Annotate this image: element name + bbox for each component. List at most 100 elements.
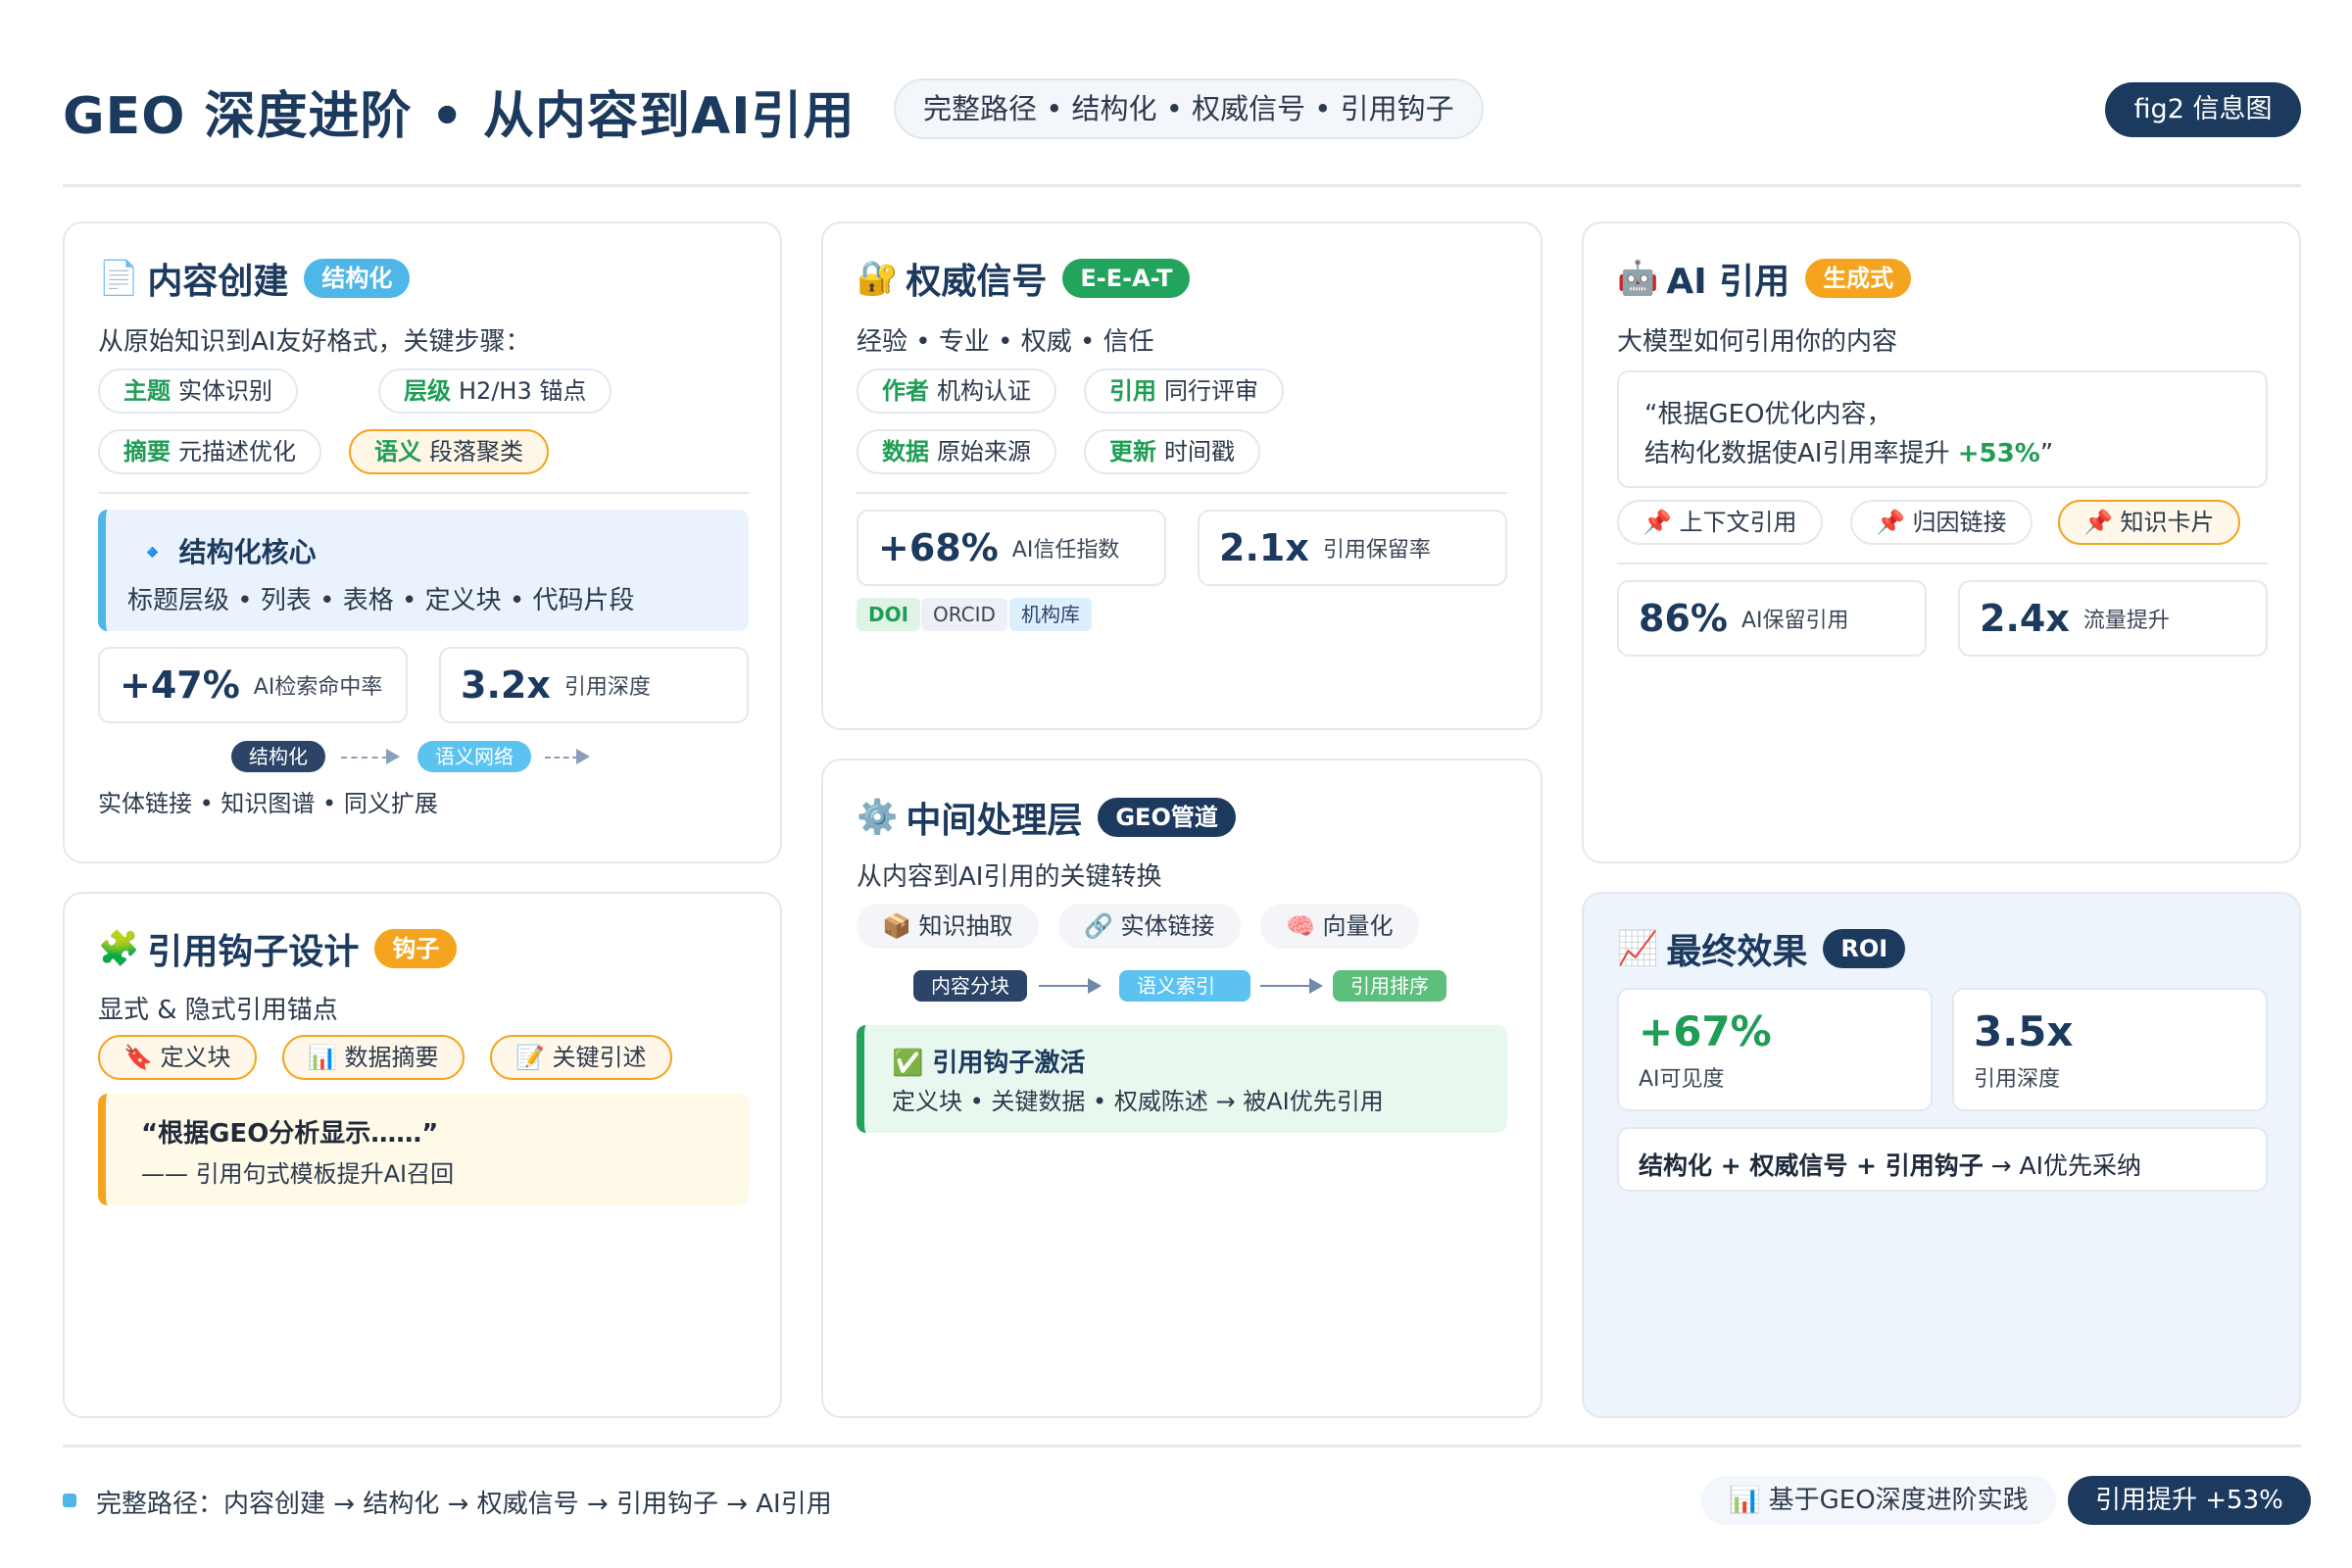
card-description: 从内容到AI引用的关键转换 bbox=[857, 862, 1162, 892]
roi-tag: ROI bbox=[1823, 929, 1906, 968]
chip-knowledge-card: 📌 知识卡片 bbox=[2058, 500, 2240, 545]
card-description: 经验 • 专业 • 权威 • 信任 bbox=[857, 327, 1154, 357]
stat-trust-index: +68% AI信任指数 bbox=[857, 510, 1166, 586]
content-creation-card: 📄 内容创建 结构化 从原始知识到AI友好格式，关键步骤： 主题 实体识别 层级 H… bbox=[63, 221, 782, 863]
flow-arrow-line bbox=[545, 757, 578, 759]
eeat-tag: E-E-A-T bbox=[1062, 259, 1191, 298]
card-description: 显式 & 隐式引用锚点 bbox=[98, 996, 338, 1025]
stat-traffic-lift: 2.4x 流量提升 bbox=[1958, 580, 2268, 657]
chip-semantic: 语义 段落聚类 bbox=[349, 429, 549, 474]
badge-institution: 机构库 bbox=[1009, 598, 1092, 631]
flow-semantic-index: 语义索引 bbox=[1119, 970, 1250, 1002]
badge-orcid: ORCID bbox=[921, 598, 1007, 631]
hook-activation-title: ✅ 引用钩子激活 bbox=[892, 1049, 1086, 1078]
geo-pipeline-tag: GEO管道 bbox=[1098, 798, 1236, 837]
card-title-text: 权威信号 bbox=[906, 262, 1048, 302]
quote-highlight: +53% bbox=[1957, 439, 2040, 468]
chip-key-quote: 📝 关键引述 bbox=[490, 1035, 672, 1080]
authority-card: 🔐 权威信号 E-E-A-T 经验 • 专业 • 权威 • 信任 作者 机构认证 … bbox=[821, 221, 1543, 730]
hook-quote-note: —— 引用句式模板提升AI召回 bbox=[141, 1160, 455, 1188]
stat-citation-depth: 3.2x 引用深度 bbox=[439, 647, 749, 723]
ai-citation-card: 🤖 AI 引用 生成式 大模型如何引用你的内容 “根据GEO优化内容， 结构化数… bbox=[1582, 221, 2301, 863]
final-summary-box: 结构化 + 权威信号 + 引用钩子 → AI优先采纳 bbox=[1617, 1127, 2268, 1192]
quote-line-1: “根据GEO优化内容， bbox=[1644, 400, 1892, 429]
footer-path: 完整路径：内容创建 → 结构化 → 权威信号 → 引用钩子 → AI引用 bbox=[96, 1490, 832, 1519]
flow-arrow-head bbox=[576, 749, 590, 764]
core-title: 🔹 结构化核心 bbox=[135, 536, 317, 568]
card-title-text: 最终效果 bbox=[1666, 932, 1808, 972]
card-title-text: 内容创建 bbox=[147, 262, 289, 302]
citation-quote-box: “根据GEO优化内容， 结构化数据使AI引用率提升 +53%” bbox=[1617, 370, 2268, 488]
divider bbox=[1617, 563, 2268, 564]
hook-activation-callout: ✅ 引用钩子激活 定义块 • 关键数据 • 权威陈述 → 被AI优先引用 bbox=[857, 1025, 1507, 1133]
hook-tag: 钩子 bbox=[374, 929, 458, 968]
quote-line-2: 结构化数据使AI引用率提升 +53%” bbox=[1644, 439, 2054, 468]
document-icon: 📄 bbox=[98, 259, 140, 298]
puzzle-icon: 🧩 bbox=[98, 929, 140, 968]
chip-knowledge-extraction: 📦 知识抽取 bbox=[857, 904, 1039, 949]
header-divider bbox=[63, 184, 2301, 187]
stat-final-citation-depth: 3.5x 引用深度 bbox=[1952, 988, 2268, 1111]
chip-definition-block: 🔖 定义块 bbox=[98, 1035, 257, 1080]
flow-arrow-line bbox=[1039, 985, 1090, 987]
flow-arrow-head bbox=[1309, 978, 1323, 994]
lock-icon: 🔐 bbox=[857, 259, 899, 298]
generative-tag: 生成式 bbox=[1805, 259, 1912, 298]
final-effect-card: 📈 最终效果 ROI +67% AI可见度 3.5x 引用深度 结构化 + 权威信号… bbox=[1582, 892, 2301, 1418]
card-title-text: AI 引用 bbox=[1666, 262, 1790, 302]
authority-title: 🔐 权威信号 E-E-A-T bbox=[857, 253, 1191, 304]
page-title: GEO 深度进阶 • 从内容到AI引用 bbox=[63, 87, 856, 146]
flow-content-chunking: 内容分块 bbox=[913, 970, 1027, 1002]
stat-retained-citation: 86% AI保留引用 bbox=[1617, 580, 1927, 657]
footer-result-pill: 引用提升 +53% bbox=[2068, 1476, 2311, 1525]
footer-source-pill: 📊 基于GEO深度进阶实践 bbox=[1701, 1476, 2056, 1525]
middle-layer-card: ⚙️ 中间处理层 GEO管道 从内容到AI引用的关键转换 📦 知识抽取 🔗 实体… bbox=[821, 759, 1543, 1418]
chip-data-summary: 📊 数据摘要 bbox=[282, 1035, 465, 1080]
chip-context-citation: 📌 上下文引用 bbox=[1617, 500, 1823, 545]
final-summary: 结构化 + 权威信号 + 引用钩子 → AI优先采纳 bbox=[1639, 1152, 2142, 1180]
hook-quote-callout: “根据GEO分析显示……” —— 引用句式模板提升AI召回 bbox=[98, 1094, 749, 1205]
gear-icon: ⚙️ bbox=[857, 798, 899, 837]
divider bbox=[857, 492, 1507, 494]
chip-attribution-link: 📌 归因链接 bbox=[1850, 500, 2033, 545]
chip-update: 更新 时间戳 bbox=[1084, 429, 1260, 474]
footer-bullet-icon bbox=[63, 1494, 76, 1507]
hook-quote: “根据GEO分析显示……” bbox=[141, 1119, 439, 1149]
structure-core-callout: 🔹 结构化核心 标题层级 • 列表 • 表格 • 定义块 • 代码片段 bbox=[98, 510, 749, 631]
ai-citation-title: 🤖 AI 引用 生成式 bbox=[1617, 253, 1912, 304]
stat-ai-visibility: +67% AI可见度 bbox=[1617, 988, 1933, 1111]
badge-doi: DOI bbox=[857, 598, 921, 631]
content-creation-title: 📄 内容创建 结构化 bbox=[98, 253, 411, 304]
robot-icon: 🤖 bbox=[1617, 259, 1659, 298]
card-description: 从原始知识到AI友好格式，关键步骤： bbox=[98, 327, 531, 357]
hook-activation-text: 定义块 • 关键数据 • 权威陈述 → 被AI优先引用 bbox=[892, 1088, 1384, 1115]
chip-citation: 引用 同行评审 bbox=[1084, 368, 1284, 414]
card-description: 大模型如何引用你的内容 bbox=[1617, 327, 1898, 357]
chip-topic: 主题 实体识别 bbox=[98, 368, 298, 414]
chip-summary: 摘要 元描述优化 bbox=[98, 429, 321, 474]
chip-hierarchy: 层级 H2/H3 锚点 bbox=[378, 368, 612, 414]
hook-design-title: 🧩 引用钩子设计 钩子 bbox=[98, 923, 458, 974]
flow-arrow-line bbox=[1260, 985, 1311, 987]
middle-layer-title: ⚙️ 中间处理层 GEO管道 bbox=[857, 792, 1236, 843]
card-footer-text: 实体链接 • 知识图谱 • 同义扩展 bbox=[98, 790, 438, 817]
core-text: 标题层级 • 列表 • 表格 • 定义块 • 代码片段 bbox=[127, 586, 635, 615]
hook-design-card: 🧩 引用钩子设计 钩子 显式 & 隐式引用锚点 🔖 定义块 📊 数据摘要 📝 关… bbox=[63, 892, 782, 1418]
chart-up-icon: 📈 bbox=[1617, 929, 1659, 968]
chip-data: 数据 原始来源 bbox=[857, 429, 1056, 474]
flow-semantic-network: 语义网络 bbox=[417, 741, 531, 772]
footer-divider bbox=[63, 1445, 2301, 1447]
flow-arrow-head bbox=[1088, 978, 1102, 994]
flow-arrow-line bbox=[341, 757, 388, 759]
flow-citation-ranking: 引用排序 bbox=[1333, 970, 1446, 1002]
divider bbox=[98, 492, 749, 494]
card-title-text: 中间处理层 bbox=[906, 801, 1083, 841]
final-effect-title: 📈 最终效果 ROI bbox=[1617, 923, 1906, 974]
subtitle-pill: 完整路径 • 结构化 • 权威信号 • 引用钩子 bbox=[894, 78, 1484, 139]
chip-author: 作者 机构认证 bbox=[857, 368, 1056, 414]
card-title-text: 引用钩子设计 bbox=[147, 932, 360, 972]
flow-structured: 结构化 bbox=[231, 741, 325, 772]
figure-label: fig2 信息图 bbox=[2105, 82, 2301, 137]
chip-vectorization: 🧠 向量化 bbox=[1260, 904, 1419, 949]
stat-retention: 2.1x 引用保留率 bbox=[1198, 510, 1507, 586]
